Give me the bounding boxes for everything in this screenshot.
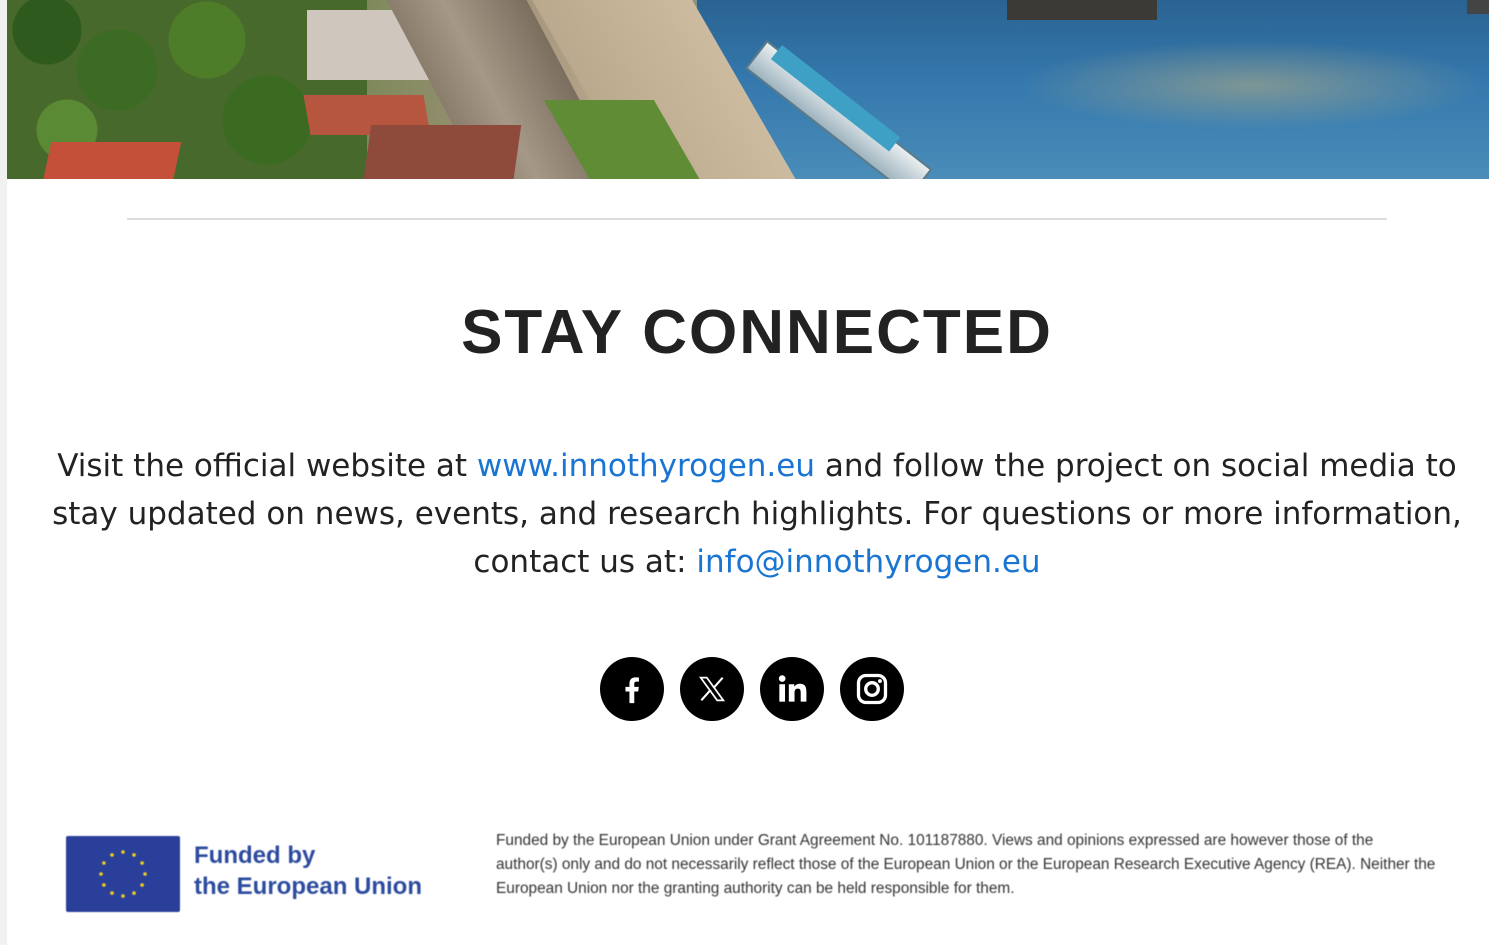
instagram-link[interactable] bbox=[840, 657, 904, 721]
stay-connected-paragraph: Visit the official website at www.innoth… bbox=[52, 448, 1462, 580]
funding-disclaimer: Funded by the European Union under Grant… bbox=[496, 832, 1436, 897]
eu-star bbox=[140, 883, 144, 887]
linkedin-icon bbox=[778, 675, 807, 702]
linkedin-link[interactable] bbox=[760, 657, 824, 721]
instagram-icon bbox=[856, 673, 888, 705]
eu-star bbox=[102, 883, 106, 887]
eu-star bbox=[121, 894, 125, 898]
facebook-icon bbox=[625, 677, 639, 704]
eu-flag-logo bbox=[66, 836, 180, 912]
eu-star bbox=[132, 853, 136, 857]
eu-star bbox=[110, 853, 114, 857]
eu-star bbox=[102, 861, 106, 865]
website-link[interactable]: www.innothyrogen.eu bbox=[477, 448, 815, 484]
eu-star bbox=[140, 861, 144, 865]
facebook-link[interactable] bbox=[600, 657, 664, 721]
eu-star bbox=[99, 872, 103, 876]
email-link[interactable]: info@innothyrogen.eu bbox=[696, 544, 1040, 580]
eu-star bbox=[143, 872, 147, 876]
x-icon bbox=[698, 676, 726, 702]
eu-star bbox=[121, 850, 125, 854]
eu-star bbox=[132, 891, 136, 895]
social-links bbox=[600, 657, 906, 721]
hero-image bbox=[7, 0, 1489, 179]
left-gutter bbox=[0, 0, 7, 945]
eu-funding-label: Funded by the European Union bbox=[194, 842, 422, 900]
eu-star bbox=[110, 891, 114, 895]
divider bbox=[127, 218, 1387, 220]
section-heading: STAY CONNECTED bbox=[461, 298, 1053, 367]
newsletter-page: STAY CONNECTED Visit the official websit… bbox=[0, 0, 1489, 945]
x-link[interactable] bbox=[680, 657, 744, 721]
eu-stars-icon bbox=[99, 850, 147, 898]
